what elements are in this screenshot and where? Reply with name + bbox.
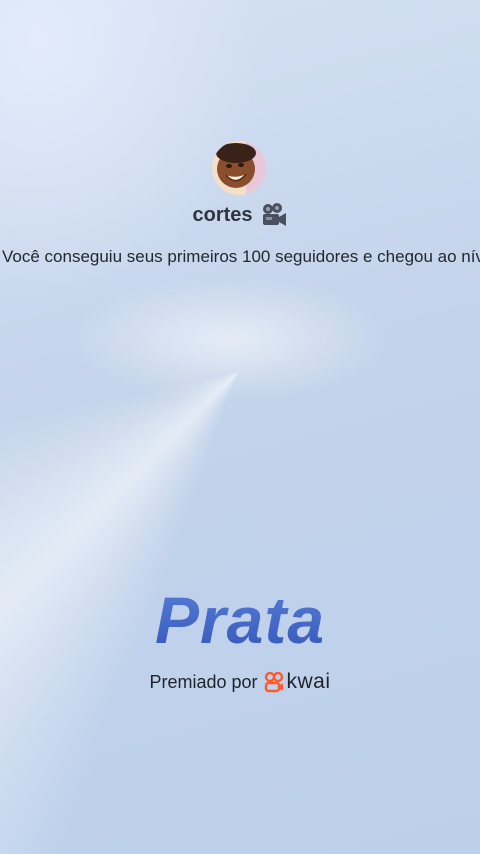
award-prefix: Premiado por	[149, 671, 258, 692]
award-row: Premiado por kwai	[0, 670, 480, 694]
avatar-image	[212, 141, 266, 195]
avatar[interactable]	[212, 141, 266, 195]
kwai-brand-text: kwai	[286, 670, 331, 693]
achievement-screen: cortes Você conseguiu seus primeiros 100…	[0, 0, 480, 854]
kwai-logo-icon	[264, 671, 284, 693]
level-title: Prata	[0, 580, 480, 660]
username: cortes	[192, 203, 253, 226]
username-row: cortes	[0, 202, 480, 228]
movie-camera-icon	[260, 202, 288, 228]
kwai-logo: kwai	[264, 670, 331, 694]
achievement-message: Você conseguiu seus primeiros 100 seguid…	[2, 247, 480, 266]
